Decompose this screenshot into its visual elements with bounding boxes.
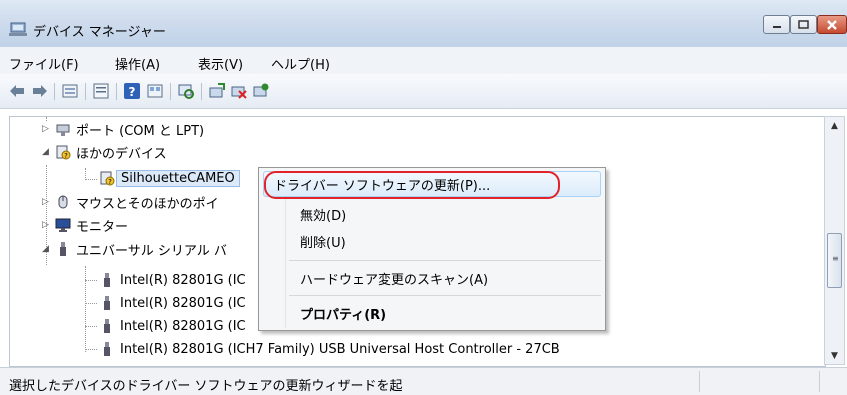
menu-item-scan[interactable]: ハードウェア変更のスキャン(A) xyxy=(300,267,488,289)
menu-bar: ファイル(F) 操作(A) 表示(V) ヘルプ(H) xyxy=(0,47,847,75)
menu-item-uninstall[interactable]: 削除(U) xyxy=(300,230,346,252)
tree-guide-line xyxy=(85,326,97,327)
monitor-icon xyxy=(55,218,71,232)
menu-help[interactable]: ヘルプ(H) xyxy=(271,54,330,73)
collapse-toggle[interactable]: ◢ xyxy=(42,147,49,157)
toolbar: ? xyxy=(0,74,847,109)
tree-guide-line xyxy=(85,303,97,304)
close-button[interactable] xyxy=(817,15,847,34)
expand-toggle[interactable]: ▷ xyxy=(42,124,49,134)
tree-guide-line xyxy=(85,179,97,180)
tree-node-usb-child[interactable]: Intel(R) 82801G (IC xyxy=(99,315,246,337)
menu-item-label: 削除(U) xyxy=(300,235,346,251)
minimize-button[interactable] xyxy=(763,15,790,34)
scan-hardware-icon[interactable] xyxy=(177,82,195,100)
mouse-icon xyxy=(58,195,68,209)
menu-item-label: 無効(D) xyxy=(300,208,347,224)
menu-item-label: プロパティ(R) xyxy=(300,307,387,323)
toolbar-separator xyxy=(170,83,171,100)
usb-icon xyxy=(104,273,110,287)
maximize-icon xyxy=(791,16,816,33)
status-divider xyxy=(819,371,820,392)
scroll-up-arrow-icon[interactable]: ▲ xyxy=(825,117,844,134)
usb-icon xyxy=(104,342,110,356)
unknown-device-icon: ? xyxy=(100,171,115,186)
tree-node-usb-child[interactable]: Intel(R) 82801G (IC xyxy=(99,269,246,291)
tree-node-silhouette-cameo[interactable]: ? SilhouetteCAMEO xyxy=(99,167,240,189)
tree-label: Intel(R) 82801G (IC xyxy=(120,295,246,311)
tree-label: ユニバーサル シリアル バ xyxy=(76,243,227,259)
tree-label: モニター xyxy=(76,219,129,235)
svg-text:?: ? xyxy=(108,178,112,186)
unknown-device-icon: ? xyxy=(56,145,71,160)
tree-label: Intel(R) 82801G (IC xyxy=(120,318,246,334)
tree-label: ポート (COM と LPT) xyxy=(76,123,205,139)
resource-view-icon[interactable] xyxy=(146,82,164,100)
menu-separator xyxy=(289,260,601,261)
toolbar-separator xyxy=(85,83,86,100)
tree-node-usb-controllers[interactable]: ユニバーサル シリアル バ xyxy=(55,238,227,260)
port-icon xyxy=(56,124,70,136)
tree-node-usb-child[interactable]: Intel(R) 82801G (ICH7 Family) USB Univer… xyxy=(99,338,560,360)
highlight-annotation-oval xyxy=(264,171,560,199)
svg-text:?: ? xyxy=(64,152,68,160)
menu-separator xyxy=(289,295,601,296)
tree-guide-line xyxy=(46,117,47,121)
tree-node-mice[interactable]: マウスとそのほかのポイ xyxy=(55,191,219,213)
back-icon[interactable] xyxy=(8,82,26,100)
minimize-icon xyxy=(764,16,789,33)
tree-label-selected: SilhouetteCAMEO xyxy=(116,169,240,187)
collapse-toggle[interactable]: ◢ xyxy=(42,244,49,254)
tree-node-ports[interactable]: ポート (COM と LPT) xyxy=(55,118,204,140)
menu-item-properties[interactable]: プロパティ(R) xyxy=(300,302,386,324)
expand-toggle[interactable]: ▷ xyxy=(42,220,49,230)
tree-label: Intel(R) 82801G (ICH7 Family) USB Univer… xyxy=(120,341,560,357)
properties-view-icon[interactable] xyxy=(61,82,79,100)
usb-icon xyxy=(60,242,66,256)
svg-text:?: ? xyxy=(129,85,136,99)
scroll-down-arrow-icon[interactable]: ▼ xyxy=(825,347,844,364)
tree-guide-line xyxy=(85,349,97,350)
expand-toggle[interactable]: ▷ xyxy=(42,197,49,207)
menu-file[interactable]: ファイル(F) xyxy=(9,54,79,73)
device-manager-app-icon xyxy=(9,22,27,36)
toolbar-separator xyxy=(116,83,117,100)
uninstall-device-icon[interactable] xyxy=(252,82,270,100)
toolbar-separator xyxy=(54,83,55,100)
tree-guide-line xyxy=(85,266,86,352)
tree-label: Intel(R) 82801G (IC xyxy=(120,272,246,288)
tree-label: マウスとそのほかのポイ xyxy=(76,196,219,212)
status-divider xyxy=(699,371,700,392)
toolbar-separator xyxy=(201,83,202,100)
tree-node-monitors[interactable]: モニター xyxy=(55,214,128,236)
vertical-scrollbar[interactable]: ▲ ≡ ▼ xyxy=(824,116,845,365)
scroll-thumb[interactable]: ≡ xyxy=(827,233,842,288)
close-icon xyxy=(818,16,846,33)
help-icon[interactable]: ? xyxy=(123,82,141,100)
status-bar: 選択したデバイスのドライバー ソフトウェアの更新ウィザードを起 xyxy=(0,367,847,395)
menu-item-label: ハードウェア変更のスキャン(A) xyxy=(300,272,489,288)
tree-node-other-devices[interactable]: ? ほかのデバイス xyxy=(55,141,167,163)
disable-device-icon[interactable] xyxy=(230,82,248,100)
menu-item-disable[interactable]: 無効(D) xyxy=(300,203,346,225)
status-text: 選択したデバイスのドライバー ソフトウェアの更新ウィザードを起 xyxy=(9,379,403,394)
forward-icon[interactable] xyxy=(31,82,49,100)
window-title: デバイス マネージャー xyxy=(33,25,166,40)
usb-icon xyxy=(104,296,110,310)
device-manager-window: デバイス マネージャー ファイル(F) 操作(A) 表示(V) ヘルプ(H) ?… xyxy=(0,0,847,395)
tree-label: ほかのデバイス xyxy=(76,146,167,162)
tree-node-usb-child[interactable]: Intel(R) 82801G (IC xyxy=(99,292,246,314)
menu-view[interactable]: 表示(V) xyxy=(198,54,243,73)
update-driver-icon[interactable] xyxy=(208,82,226,100)
menu-action[interactable]: 操作(A) xyxy=(115,54,160,73)
tree-guide-line xyxy=(85,280,97,281)
usb-icon xyxy=(104,319,110,333)
device-list-icon[interactable] xyxy=(92,82,110,100)
title-bar: デバイス マネージャー xyxy=(0,0,847,47)
scroll-grip-icon: ≡ xyxy=(832,254,839,263)
maximize-button[interactable] xyxy=(790,15,817,34)
